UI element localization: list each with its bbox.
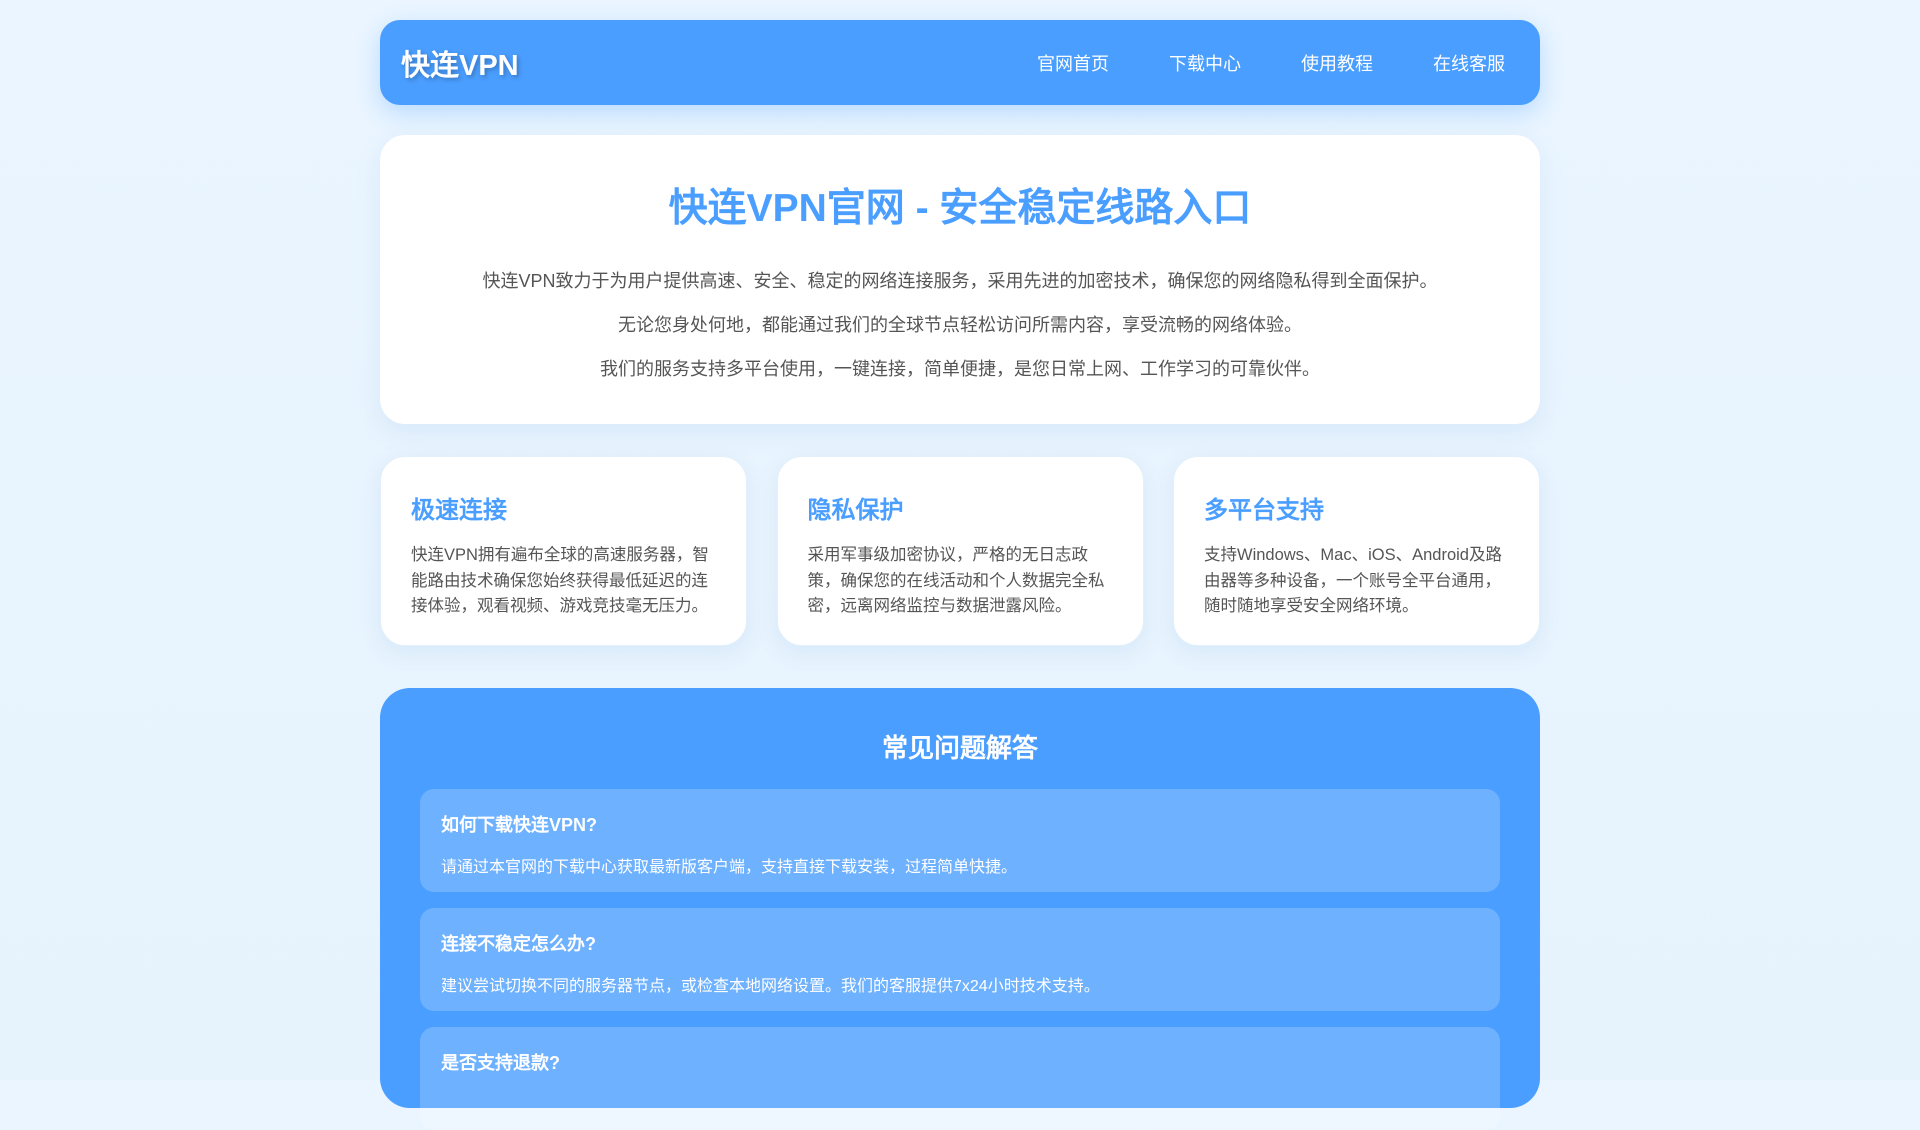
features: 极速连接 快连VPN拥有遍布全球的高速服务器，智能路由技术确保您始终获得最低延迟… bbox=[380, 456, 1540, 646]
hero-paragraph: 我们的服务支持多平台使用，一键连接，简单便捷，是您日常上网、工作学习的可靠伙伴。 bbox=[600, 359, 1320, 379]
feature-text: 支持Windows、Mac、iOS、Android及路由器等多种设备，一个账号全… bbox=[1204, 546, 1502, 615]
feature-title: 多平台支持 bbox=[1204, 497, 1324, 524]
faq-item[interactable]: 连接不稳定怎么办? 建议尝试切换不同的服务器节点，或检查本地网络设置。我们的客服… bbox=[420, 908, 1500, 1011]
faq-question: 连接不稳定怎么办? bbox=[441, 934, 596, 954]
nav-home[interactable]: 官网首页 bbox=[1037, 50, 1109, 76]
faq-answer: 请通过本官网的下载中心获取最新版客户端，支持直接下载安装，过程简单快捷。 bbox=[441, 859, 1018, 876]
faq-title: 常见问题解答 bbox=[881, 733, 1038, 763]
navbar: 快连VPN 官网首页 下载中心 使用教程 在线客服 bbox=[380, 20, 1540, 105]
feature-title: 隐私保护 bbox=[807, 497, 904, 524]
faq-question: 如何下载快连VPN? bbox=[441, 815, 598, 835]
feature-card-speed: 极速连接 快连VPN拥有遍布全球的高速服务器，智能路由技术确保您始终获得最低延迟… bbox=[380, 456, 747, 646]
hero-section: 快连VPN官网 - 安全稳定线路入口 快连VPN致力于为用户提供高速、安全、稳定… bbox=[380, 135, 1540, 424]
hero-paragraph: 无论您身处何地，都能通过我们的全球节点轻松访问所需内容，享受流畅的网络体验。 bbox=[618, 315, 1302, 335]
feature-text: 采用军事级加密协议，严格的无日志政策，确保您的在线活动和个人数据完全私密，远离网… bbox=[807, 546, 1105, 615]
faq-section: 常见问题解答 如何下载快连VPN? 请通过本官网的下载中心获取最新版客户端，支持… bbox=[380, 688, 1540, 1130]
faq-item[interactable]: 是否支持退款? bbox=[420, 1027, 1500, 1130]
logo[interactable]: 快连VPN bbox=[401, 42, 519, 84]
page-title: 快连VPN官网 - 安全稳定线路入口 bbox=[668, 187, 1252, 230]
feature-title: 极速连接 bbox=[411, 497, 507, 524]
main-menu: 官网首页 下载中心 使用教程 在线客服 bbox=[977, 50, 1505, 76]
feature-card-privacy: 隐私保护 采用军事级加密协议，严格的无日志政策，确保您的在线活动和个人数据完全私… bbox=[776, 456, 1144, 646]
nav-support[interactable]: 在线客服 bbox=[1433, 50, 1505, 76]
faq-answer: 建议尝试切换不同的服务器节点，或检查本地网络设置。我们的客服提供7x24小时技术… bbox=[441, 978, 1100, 995]
nav-tutorial[interactable]: 使用教程 bbox=[1301, 50, 1373, 76]
feature-card-platforms: 多平台支持 支持Windows、Mac、iOS、Android及路由器等多种设备… bbox=[1173, 456, 1540, 646]
feature-text: 快连VPN拥有遍布全球的高速服务器，智能路由技术确保您始终获得最低延迟的连接体验… bbox=[411, 546, 709, 615]
nav-download[interactable]: 下载中心 bbox=[1169, 50, 1241, 76]
hero-paragraph: 快连VPN致力于为用户提供高速、安全、稳定的网络连接服务，采用先进的加密技术，确… bbox=[482, 271, 1438, 291]
faq-item[interactable]: 如何下载快连VPN? 请通过本官网的下载中心获取最新版客户端，支持直接下载安装，… bbox=[420, 789, 1500, 892]
faq-question: 是否支持退款? bbox=[441, 1053, 560, 1073]
